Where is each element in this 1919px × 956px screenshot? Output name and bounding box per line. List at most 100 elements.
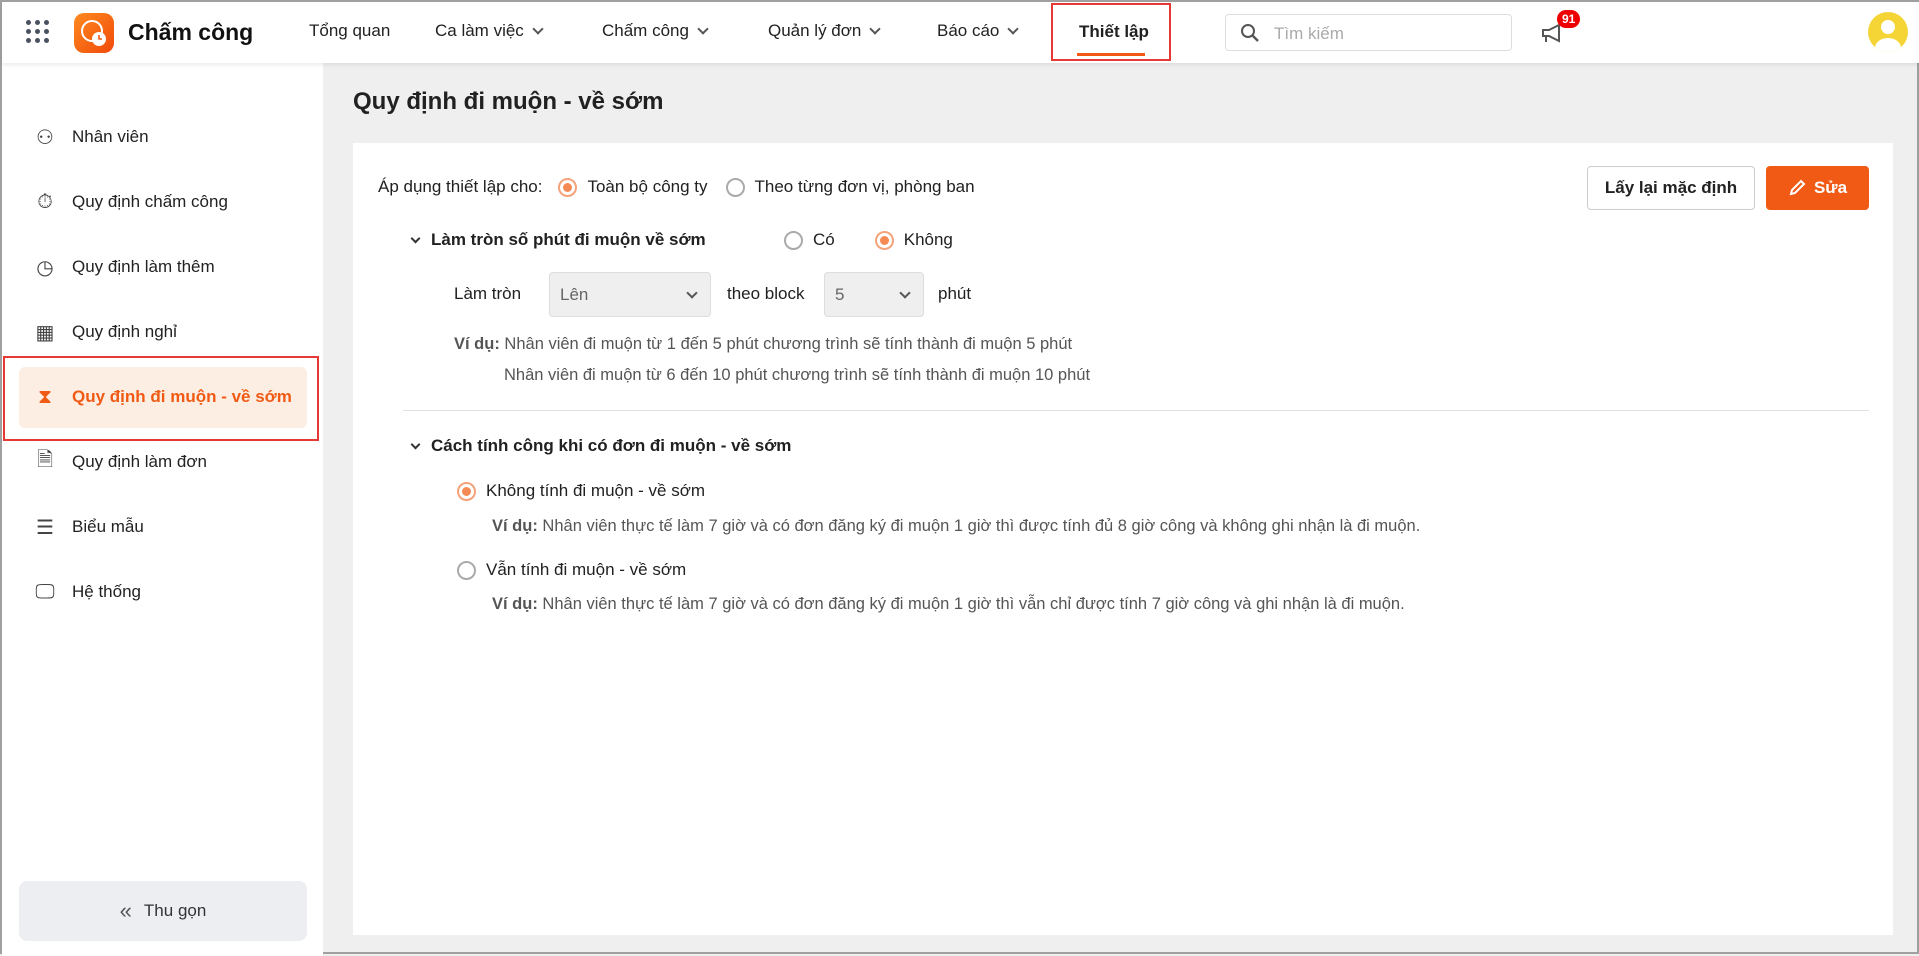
option-label: Có	[813, 230, 835, 249]
overtime-icon: ◷	[36, 256, 54, 279]
form-icon: ☰	[36, 516, 54, 539]
section-title: Cách tính công khi có đơn đi muộn - về s…	[431, 436, 792, 455]
calc-example-2: Ví dụ: Nhân viên thực tế làm 7 giờ và có…	[492, 595, 1405, 614]
select-value: 5	[835, 284, 845, 304]
chevron-down-icon	[899, 286, 911, 299]
nav-cham-cong[interactable]: Chấm công	[602, 21, 709, 41]
option-label: Theo từng đơn vị, phòng ban	[754, 177, 975, 196]
example-1: Ví dụ: Nhân viên đi muộn từ 1 đến 5 phút…	[454, 335, 1072, 354]
example-text: Nhân viên thực tế làm 7 giờ và có đơn đă…	[542, 517, 1421, 535]
nav-label: Báo cáo	[937, 21, 1000, 40]
app-grid-icon[interactable]	[26, 20, 50, 44]
nav-label: Ca làm việc	[435, 21, 524, 40]
chevron-down-icon	[410, 233, 421, 243]
apply-row: Áp dụng thiết lập cho: Toàn bộ công ty T…	[378, 177, 975, 197]
top-header: Chấm công Tổng quan Ca làm việc Chấm côn…	[2, 2, 1919, 63]
active-underline	[1077, 53, 1145, 56]
sidebar-item[interactable]: 🖵 Hệ thống	[32, 580, 141, 604]
sidebar-item[interactable]: ▦ Quy định nghỉ	[32, 320, 177, 344]
sidebar-item[interactable]: ⏱ Quy định chấm công	[32, 190, 228, 214]
sidebar-item-label: Biểu mẫu	[72, 517, 144, 536]
chevron-down-icon	[697, 23, 709, 35]
chevron-down-icon	[869, 23, 882, 35]
example-text: Nhân viên thực tế làm 7 giờ và có đơn đă…	[542, 595, 1405, 613]
nav-label: Quản lý đơn	[768, 21, 862, 40]
nav-label: Thiết lập	[1079, 22, 1149, 41]
section-rounding-header[interactable]: Làm tròn số phút đi muộn về sớm	[410, 230, 706, 250]
option-label: Vẫn tính đi muộn - về sớm	[486, 560, 687, 579]
round-direction-select[interactable]: Lên	[549, 272, 711, 317]
radio-co[interactable]	[784, 230, 803, 250]
collapse-label: Thu gọn	[143, 901, 207, 920]
sidebar-item[interactable]: 🗎 Quy định làm đơn	[32, 449, 207, 474]
radio-khong[interactable]	[874, 230, 894, 250]
edit-button[interactable]: Sửa	[1766, 166, 1869, 210]
hourglass-icon: ⧗	[37, 385, 53, 408]
sidebar-item-label: Hệ thống	[72, 582, 141, 601]
rounding-options: Có Không	[784, 230, 953, 250]
sidebar-item-label: Nhân viên	[72, 127, 149, 146]
avatar[interactable]	[1868, 12, 1908, 52]
sidebar-item[interactable]: ☰ Biểu mẫu	[32, 515, 144, 539]
page-title: Quy định đi muộn - về sớm	[353, 88, 664, 115]
nav-thiet-lap[interactable]: Thiết lập	[1051, 3, 1171, 61]
document-clock-icon: 🗎	[36, 449, 54, 471]
calc-example-1: Ví dụ: Nhân viên thực tế làm 7 giờ và có…	[492, 517, 1420, 536]
sidebar-item-label: Quy định làm thêm	[72, 257, 215, 276]
search-input[interactable]: Tìm kiếm	[1225, 14, 1512, 51]
calendar-icon: ▦	[35, 321, 55, 344]
app-logo	[74, 13, 114, 53]
sidebar-item[interactable]: ⧗ Quy định đi muộn - về sớm	[32, 385, 292, 409]
calc-option-1: Không tính đi muộn - về sớm	[457, 481, 705, 501]
stopwatch-icon: ⏱	[37, 190, 53, 213]
block-label: theo block	[727, 284, 805, 303]
radio-van-tinh[interactable]	[457, 560, 476, 580]
app-name: Chấm công	[128, 19, 254, 45]
option-label: Không	[903, 230, 953, 249]
reset-default-button[interactable]: Lấy lại mặc định	[1587, 166, 1755, 210]
sidebar-item-label: Quy định đi muộn - về sớm	[72, 387, 292, 406]
chevron-down-icon	[532, 23, 544, 35]
sidebar-item-label: Quy định làm đơn	[72, 452, 207, 471]
apply-label: Áp dụng thiết lập cho:	[378, 177, 543, 196]
sidebar-item-label: Quy định chấm công	[72, 192, 228, 211]
monitor-icon: 🖵	[35, 580, 55, 603]
nav-label: Chấm công	[602, 21, 689, 40]
people-icon: ⚇	[36, 126, 54, 149]
button-label: Sửa	[1813, 178, 1848, 197]
sidebar-item[interactable]: ⚇ Nhân viên	[32, 125, 149, 149]
select-value: Lên	[560, 284, 589, 304]
double-chevron-left-icon: «	[119, 898, 132, 923]
example-2: Nhân viên đi muộn từ 6 đến 10 phút chươn…	[504, 366, 1091, 384]
example-label: Ví dụ:	[492, 517, 538, 535]
settings-card	[353, 143, 1893, 935]
search-icon	[1241, 24, 1259, 42]
chevron-down-icon	[410, 439, 421, 449]
nav-tong-quan[interactable]: Tổng quan	[309, 21, 390, 41]
round-label: Làm tròn	[454, 284, 522, 303]
example-text: Nhân viên đi muộn từ 1 đến 5 phút chương…	[504, 335, 1073, 353]
option-label: Toàn bộ công ty	[587, 177, 708, 196]
nav-bao-cao[interactable]: Báo cáo	[937, 21, 1020, 41]
unit-label: phút	[938, 284, 972, 303]
search-placeholder: Tìm kiếm	[1274, 24, 1344, 43]
radio-khong-tinh[interactable]	[457, 481, 476, 501]
nav-label: Tổng quan	[309, 21, 391, 40]
divider	[403, 410, 1869, 411]
button-label: Lấy lại mặc định	[1604, 178, 1738, 197]
calc-option-2: Vẫn tính đi muộn - về sớm	[457, 560, 686, 580]
nav-ca-lam-viec[interactable]: Ca làm việc	[435, 21, 544, 41]
nav-quan-ly-don[interactable]: Quản lý đơn	[768, 21, 882, 41]
sidebar-item[interactable]: ◷ Quy định làm thêm	[32, 255, 215, 279]
chevron-down-icon	[686, 286, 698, 299]
example-label: Ví dụ:	[454, 335, 500, 353]
section-calc-header[interactable]: Cách tính công khi có đơn đi muộn - về s…	[410, 436, 792, 456]
example-label: Ví dụ:	[492, 595, 538, 613]
radio-theo-don-vi[interactable]	[725, 177, 745, 197]
pencil-icon	[1789, 179, 1806, 196]
radio-toan-bo-cong-ty[interactable]	[558, 177, 578, 197]
section-title: Làm tròn số phút đi muộn về sớm	[431, 230, 706, 249]
block-select[interactable]: 5	[824, 272, 924, 317]
collapse-button[interactable]: « Thu gọn	[19, 881, 307, 941]
sidebar-item-label: Quy định nghỉ	[72, 322, 177, 341]
